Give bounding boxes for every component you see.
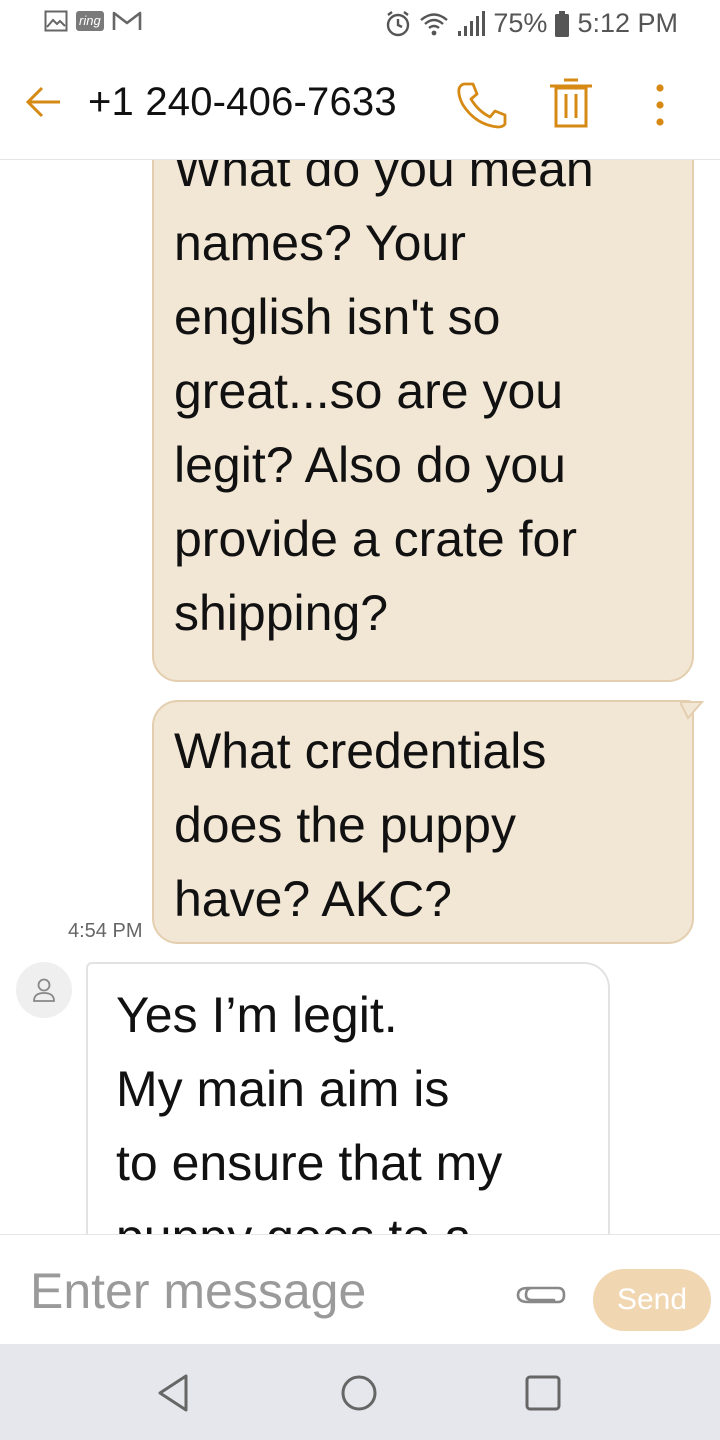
call-button[interactable] [456, 80, 510, 130]
paperclip-icon [516, 1286, 566, 1304]
attach-button[interactable] [512, 1279, 570, 1311]
more-vert-icon [656, 84, 664, 126]
sent-message-bubble[interactable]: What do you mean names? Your english isn… [152, 160, 694, 682]
message-line: names? Your [174, 215, 466, 271]
delete-icon [550, 78, 592, 128]
square-recents-icon [525, 1375, 561, 1411]
arrow-left-icon [25, 86, 60, 118]
triangle-back-icon [158, 1374, 188, 1412]
message-line: great...so are you [174, 363, 564, 419]
nav-recents-button[interactable] [520, 1370, 566, 1416]
message-line: have? AKC? [174, 871, 452, 927]
call-icon [457, 82, 507, 129]
message-line: shipping? [174, 585, 389, 641]
delete-button[interactable] [548, 78, 594, 130]
message-line: What do you mean [174, 160, 594, 197]
circle-home-icon [341, 1375, 377, 1411]
battery-icon [555, 10, 570, 37]
gmail-icon [112, 10, 142, 32]
battery-percent: 75% [493, 8, 548, 38]
status-bar: ring 75% 5:12 PM [0, 0, 720, 50]
contact-avatar[interactable] [16, 962, 72, 1018]
person-icon [33, 978, 55, 1002]
message-text: Yes I’m legit. My main aim is to ensure … [116, 978, 596, 1234]
message-line: english isn't so [174, 289, 501, 345]
back-button[interactable] [24, 82, 64, 122]
alarm-icon [385, 10, 411, 38]
message-line: My main aim is [116, 1061, 450, 1117]
message-text: What credentials does the puppy have? AK… [174, 714, 674, 936]
status-right-icons: 75% 5:12 PM [385, 8, 678, 39]
message-composer: Send [0, 1234, 720, 1344]
message-list[interactable]: What do you mean names? Your english isn… [0, 160, 720, 1234]
conversation-header: +1 240-406-7633 [0, 50, 720, 160]
status-time: 5:12 PM [577, 8, 678, 38]
message-timestamp: 4:54 PM [68, 920, 143, 942]
gallery-icon [44, 10, 68, 32]
wifi-icon [419, 11, 449, 37]
contact-title: +1 240-406-7633 [88, 80, 397, 124]
message-input[interactable] [30, 1259, 490, 1323]
bubble-tail [680, 701, 704, 720]
sent-message-bubble[interactable]: What credentials does the puppy have? AK… [152, 700, 704, 944]
ring-icon: ring [76, 11, 104, 31]
nav-back-button[interactable] [152, 1370, 198, 1416]
navigation-bar [0, 1344, 720, 1440]
message-line: legit? Also do you [174, 437, 566, 493]
message-text: What do you mean names? Your english isn… [174, 160, 684, 650]
send-button[interactable]: Send [593, 1269, 711, 1331]
nav-home-button[interactable] [336, 1370, 382, 1416]
message-line: puppy goes to a [116, 1200, 596, 1234]
received-message-bubble[interactable]: Yes I’m legit. My main aim is to ensure … [86, 962, 610, 1234]
signal-icon [457, 10, 486, 37]
message-line: to ensure that my [116, 1135, 503, 1191]
status-left-icons: ring [44, 10, 142, 32]
message-line: does the puppy [174, 797, 516, 853]
message-line: What credentials [174, 723, 547, 779]
more-options-button[interactable] [640, 80, 680, 130]
message-line: Yes I’m legit. [116, 987, 398, 1043]
message-line: provide a crate for [174, 511, 577, 567]
